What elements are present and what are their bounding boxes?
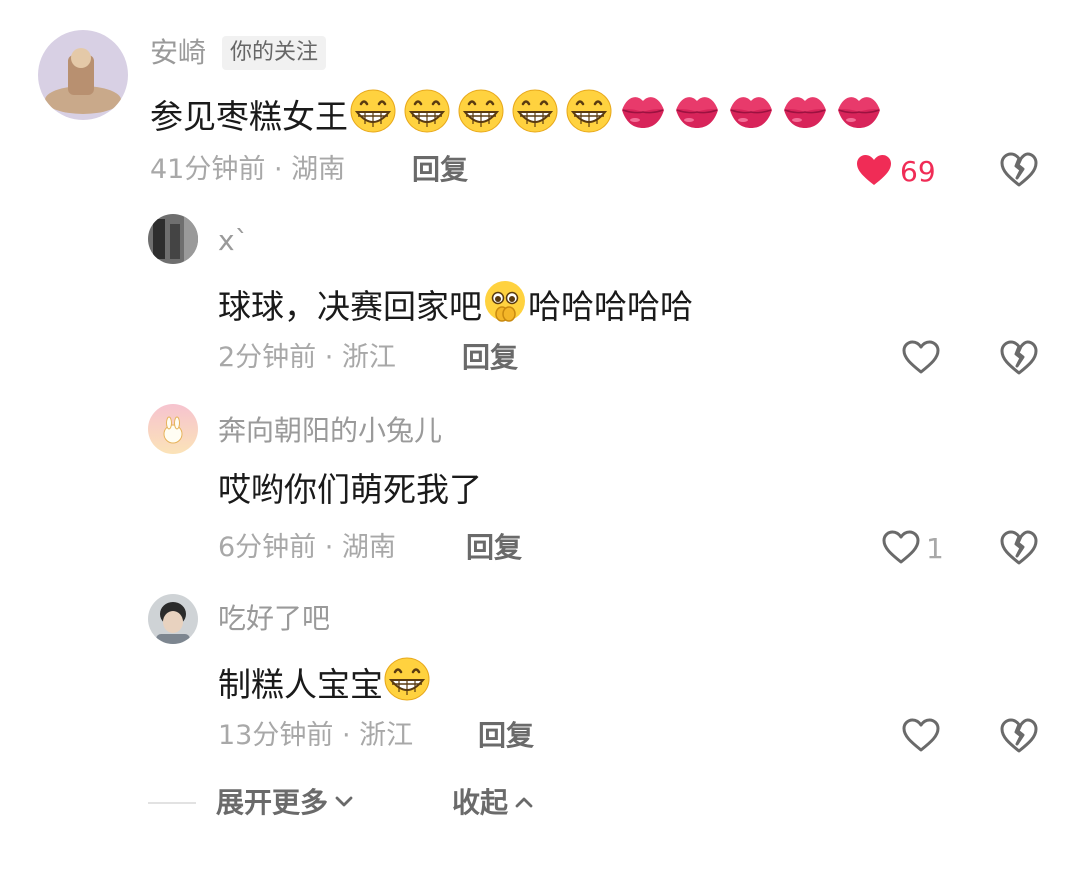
collapse-button[interactable]: 收起 [452,785,534,821]
comment-time-location: 2分钟前 · 浙江 [218,342,396,373]
heart-outline-icon [902,340,940,378]
chevron-up-icon [514,794,534,813]
grin-emoji [564,88,614,145]
reply-button[interactable]: 回复 [462,340,518,376]
like-button[interactable] [902,718,940,756]
broken-heart-icon [1000,152,1038,192]
like-count: 69 [900,155,936,188]
broken-heart-icon [1000,530,1038,570]
reply-button[interactable]: 回复 [466,530,522,566]
expand-more-button[interactable]: 展开更多 [216,785,354,821]
reply-button[interactable]: 回复 [478,718,534,754]
heart-outline-icon [882,530,920,568]
comment-text: 制糕人宝宝 [218,656,431,713]
avatar[interactable] [148,214,198,264]
comment-time-location: 41分钟前 · 湖南 [150,154,346,185]
grin-emoji [383,656,431,713]
grin-emoji [348,88,398,145]
dislike-button[interactable] [1000,340,1038,380]
like-button[interactable] [902,340,940,378]
avatar[interactable] [148,594,198,644]
dislike-button[interactable] [1000,152,1038,192]
heart-outline-icon [902,718,940,756]
collapse-label: 收起 [452,786,509,819]
broken-heart-icon [1000,718,1038,758]
comment-time-location: 6分钟前 · 湖南 [218,532,396,563]
kiss-lips-emoji [780,88,830,145]
footer-divider [148,802,196,804]
username[interactable]: 吃好了吧 [218,602,330,636]
comment-text-body: 参见枣糕女王 [150,96,348,136]
like-button[interactable]: 1 [882,530,944,568]
heart-filled-icon [856,154,892,190]
comment-text-tail: 哈哈哈哈哈 [528,286,693,326]
kiss-lips-emoji [618,88,668,145]
like-button[interactable]: 69 [856,154,936,190]
grin-emoji [402,88,452,145]
username[interactable]: x` [218,224,249,258]
like-count: 1 [926,532,944,565]
kiss-lips-emoji [726,88,776,145]
grin-emoji [510,88,560,145]
avatar[interactable] [38,30,128,120]
username[interactable]: 安崎 [150,36,206,70]
broken-heart-icon [1000,340,1038,380]
comment-time-location: 13分钟前 · 浙江 [218,720,414,751]
username[interactable]: 奔向朝阳的小兔儿 [218,414,442,448]
comment-text: 参见枣糕女王 [150,88,888,145]
kiss-lips-emoji [672,88,722,145]
reply-button[interactable]: 回复 [412,152,468,188]
dislike-button[interactable] [1000,718,1038,758]
dislike-button[interactable] [1000,530,1038,570]
comment-text-body: 制糕人宝宝 [218,664,383,704]
expand-more-label: 展开更多 [216,786,329,819]
comment-text-body: 球球，决赛回家吧 [218,286,482,326]
chevron-down-icon [334,794,354,813]
comment-text: 球球，决赛回家吧 哈哈哈哈哈 [218,278,693,335]
kiss-lips-emoji [834,88,884,145]
avatar[interactable] [148,404,198,454]
grin-emoji [456,88,506,145]
following-badge: 你的关注 [222,36,327,70]
comment-text-body: 哎哟你们萌死我了 [218,470,482,509]
comment-text: 哎哟你们萌死我了 [218,468,482,512]
pleading-emoji [482,278,528,335]
